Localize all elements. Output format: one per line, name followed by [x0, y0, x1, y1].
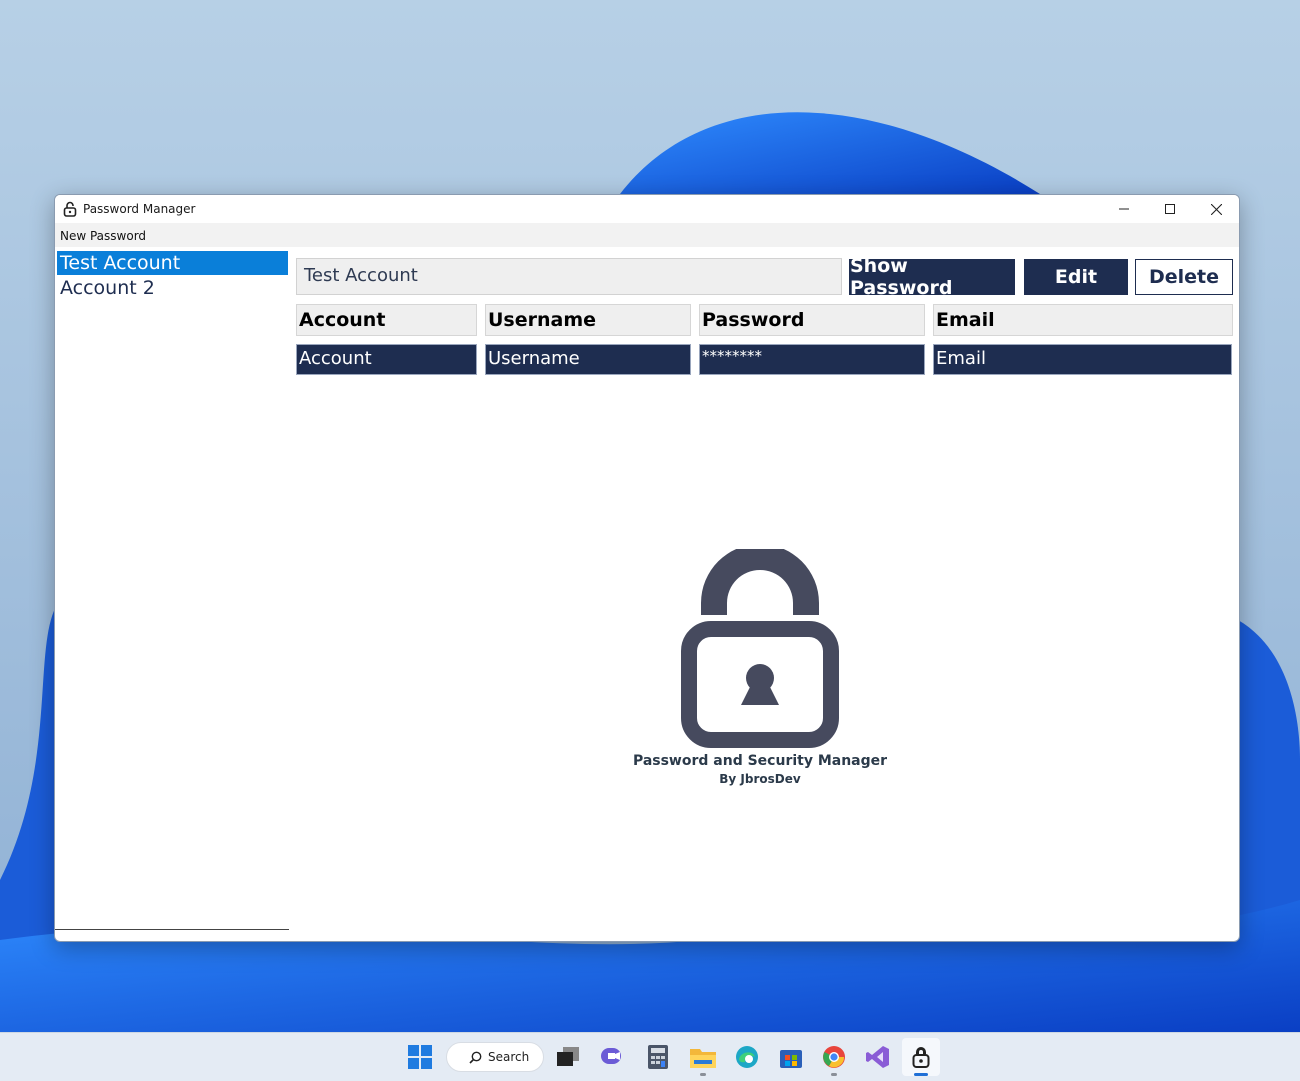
chat-icon[interactable] [599, 1043, 627, 1071]
header-email: Email [933, 304, 1233, 336]
running-indicator [831, 1073, 837, 1076]
padlock-logo-icon [681, 549, 839, 748]
menu-new-password[interactable]: New Password [60, 229, 146, 243]
window-title: Password Manager [83, 202, 196, 216]
start-icon[interactable] [406, 1043, 434, 1071]
task-view-icon[interactable] [554, 1043, 582, 1071]
app-brand-subtitle: By JbrosDev [719, 772, 801, 786]
edit-button[interactable]: Edit [1024, 259, 1128, 295]
password-manager-window: Password Manager New Password Test Accou… [54, 194, 1240, 942]
chrome-icon[interactable] [820, 1043, 848, 1071]
account-value-field[interactable]: Account [296, 344, 477, 375]
title-bar[interactable]: Password Manager [55, 195, 1239, 223]
show-password-button[interactable]: Show Password [849, 255, 1015, 299]
taskbar: Search [0, 1032, 1300, 1081]
store-icon[interactable] [777, 1043, 805, 1071]
menu-bar: New Password [55, 223, 1239, 247]
close-icon [1210, 203, 1222, 215]
visual-studio-icon[interactable] [864, 1043, 892, 1071]
account-name-field[interactable]: Test Account [296, 258, 842, 295]
file-explorer-icon[interactable] [689, 1043, 717, 1071]
app-brand-title: Password and Security Manager [632, 753, 888, 769]
header-account: Account [296, 304, 477, 336]
taskbar-search[interactable]: Search [446, 1042, 544, 1072]
lock-icon [63, 201, 77, 217]
running-indicator [700, 1073, 706, 1076]
email-value-field[interactable]: Email [933, 344, 1232, 375]
maximize-icon [1165, 204, 1175, 214]
account-list-item[interactable]: Account 2 [57, 276, 288, 300]
header-username: Username [485, 304, 691, 336]
minimize-button[interactable] [1101, 195, 1147, 223]
search-icon [469, 1051, 482, 1064]
header-password: Password [699, 304, 925, 336]
password-manager-icon[interactable] [902, 1038, 940, 1076]
account-list[interactable]: Test Account Account 2 [55, 249, 289, 930]
username-value-field[interactable]: Username [485, 344, 691, 375]
delete-button[interactable]: Delete [1135, 259, 1233, 295]
close-button[interactable] [1193, 195, 1239, 223]
active-indicator [914, 1073, 928, 1076]
edge-icon[interactable] [733, 1043, 761, 1071]
minimize-icon [1119, 208, 1129, 210]
calculator-icon[interactable] [644, 1043, 672, 1071]
password-value-field[interactable]: ******** [699, 344, 925, 375]
search-label: Search [488, 1050, 530, 1064]
account-list-item[interactable]: Test Account [57, 251, 288, 275]
maximize-button[interactable] [1147, 195, 1193, 223]
